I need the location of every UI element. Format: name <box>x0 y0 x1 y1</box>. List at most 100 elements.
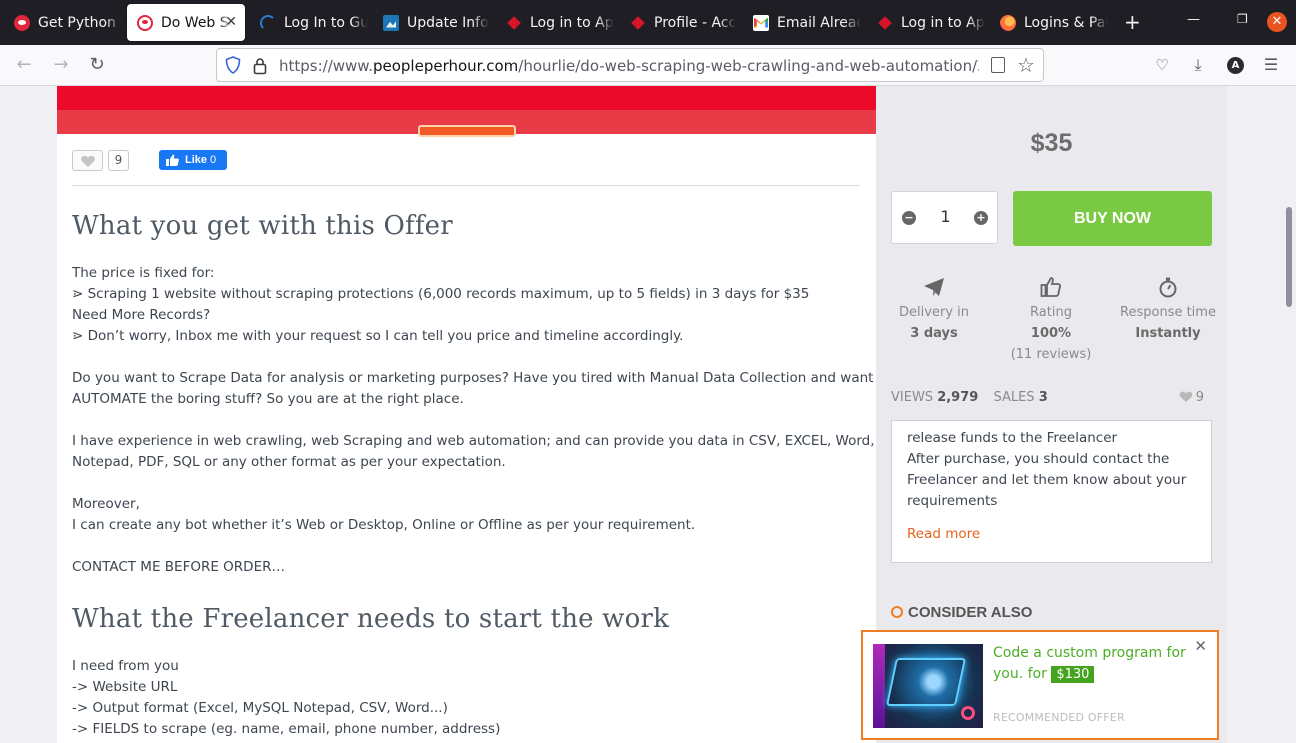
url-path: /hourlie/do-web-scraping-web-crawling-an… <box>518 57 979 75</box>
url-text[interactable]: https://www.peopleperhour.com/hourlie/do… <box>279 57 979 75</box>
thumbs-up-icon <box>166 154 179 166</box>
browser-tab[interactable]: Profile - Acc <box>620 4 738 41</box>
url-prefix: https://www. <box>279 57 373 75</box>
response-time-stat: Response time Instantly <box>1113 276 1223 344</box>
offer-banner-image <box>57 86 876 137</box>
bookmark-star-icon[interactable]: ☆ <box>1017 53 1035 77</box>
tab-title: Get Python t <box>38 14 122 31</box>
reload-icon[interactable]: ↻ <box>85 53 109 77</box>
browser-tab[interactable]: Get Python t <box>4 4 122 41</box>
peopleperhour-icon <box>14 14 30 31</box>
recommended-offer-thumbnail[interactable] <box>873 644 983 728</box>
requirements-line: -> Output format (Excel, MySQL Notepad, … <box>72 700 448 716</box>
views-sales: VIEWS 2,979 SALES 3 <box>891 390 1048 405</box>
browser-tab-active[interactable]: Do Web Sc ✕ <box>127 4 245 41</box>
offer-line: I have experience in web crawling, web S… <box>72 433 875 449</box>
window-close-icon[interactable]: ✕ <box>1267 12 1287 32</box>
minimize-icon[interactable]: — <box>1187 12 1200 27</box>
banner-label <box>418 125 516 137</box>
tab-title: Update Info <box>407 14 489 31</box>
loading-icon <box>260 14 276 31</box>
facebook-like-button[interactable]: Like 0 <box>159 150 227 170</box>
summary-line: After purchase, you should contact the <box>907 451 1170 467</box>
browser-tab[interactable]: Log in to Ap <box>496 4 614 41</box>
peopleperhour-icon <box>137 14 153 31</box>
offer-line: The price is fixed for: <box>72 265 215 281</box>
tab-title: Profile - Acc <box>654 14 737 31</box>
red-diamond-icon <box>877 15 893 31</box>
lock-icon[interactable] <box>253 57 267 75</box>
tab-title: Do Web Sc <box>161 14 233 31</box>
recommended-offer-label: RECOMMENDED OFFER <box>993 711 1125 724</box>
requirements-list: I need from you -> Website URL -> Output… <box>72 656 867 740</box>
red-diamond-icon <box>506 15 522 31</box>
rating-label: Rating <box>1030 305 1072 320</box>
buy-now-button[interactable]: BUY NOW <box>1013 191 1212 246</box>
close-tab-icon[interactable]: ✕ <box>225 14 237 30</box>
delivery-label: Delivery in <box>899 305 969 320</box>
back-icon[interactable]: ← <box>12 53 36 77</box>
offer-description: The price is fixed for: ⋗ Scraping 1 web… <box>72 263 892 578</box>
offer-price: $35 <box>1030 129 1073 157</box>
browser-tab[interactable]: Update Info <box>373 4 491 41</box>
heart-icon <box>1179 391 1192 403</box>
reader-view-icon[interactable] <box>991 57 1005 73</box>
menu-icon[interactable]: ☰ <box>1259 53 1283 77</box>
downloads-icon[interactable]: ⤓ <box>1186 53 1210 77</box>
recommended-offer-popup[interactable]: Code a custom program for you. for $130 … <box>861 630 1219 740</box>
summary-line: requirements <box>907 493 998 509</box>
summary-line: release funds to the Freelancer <box>907 430 1118 446</box>
rating-reviews[interactable]: (11 reviews) <box>996 344 1106 365</box>
tab-title: Log In to Gu <box>284 14 368 31</box>
favorite-button[interactable] <box>72 150 103 171</box>
account-avatar[interactable]: A <box>1227 57 1244 74</box>
browser-tab[interactable]: Log in to Ap <box>867 4 985 41</box>
thumbnail-decoration <box>961 706 975 720</box>
pocket-icon[interactable]: ♡ <box>1150 53 1174 77</box>
favorites-count: 9 <box>108 150 129 171</box>
update-icon <box>383 14 399 31</box>
offer-line: CONTACT ME BEFORE ORDER… <box>72 559 285 575</box>
facebook-like-label: Like <box>185 154 208 166</box>
increase-quantity-button[interactable]: + <box>974 211 988 225</box>
clipped-line <box>907 421 1202 428</box>
browser-tab[interactable]: Email Alread <box>743 4 861 41</box>
browser-tab[interactable]: Log In to Gu <box>250 4 368 41</box>
tracking-shield-icon[interactable] <box>225 56 241 74</box>
browser-tab-bar: Get Python t Do Web Sc ✕ Log In to Gu Up… <box>0 0 1296 45</box>
response-time-label: Response time <box>1120 305 1216 320</box>
offer-line: Do you want to Scrape Data for analysis … <box>72 370 892 386</box>
offer-line: Notepad, PDF, SQL or any other format as… <box>72 454 506 470</box>
scrollbar-thumb[interactable] <box>1286 207 1292 307</box>
offer-main-column: 9 Like 0 What you get with this Offer The… <box>57 86 892 743</box>
thumbs-up-icon <box>1040 277 1061 297</box>
paper-plane-icon <box>924 278 944 296</box>
offer-line: ⋗ Don’t worry, Inbox me with your reques… <box>72 328 684 344</box>
red-diamond-icon <box>630 15 646 31</box>
rating-value: 100% <box>1030 326 1072 341</box>
close-icon[interactable]: ✕ <box>1194 637 1207 655</box>
offer-line: Moreover, <box>72 496 140 512</box>
page-scrollbar[interactable] <box>1282 86 1296 743</box>
read-more-link[interactable]: Read more <box>907 526 980 542</box>
sales-label: SALES <box>993 390 1035 405</box>
recommended-offer-title[interactable]: Code a custom program for you. for $130 <box>993 643 1189 685</box>
url-bar[interactable]: https://www.peopleperhour.com/hourlie/do… <box>216 48 1044 82</box>
summary-line: Freelancer and let them know about your <box>907 472 1187 488</box>
requirements-line: -> FIELDS to scrape (eg. name, email, ph… <box>72 721 501 737</box>
rating-stat: Rating 100% (11 reviews) <box>996 276 1106 365</box>
maximize-icon[interactable]: ❐ <box>1237 12 1248 26</box>
browser-tab[interactable]: Logins & Pas <box>990 4 1108 41</box>
forward-icon[interactable]: → <box>49 53 73 77</box>
new-tab-icon[interactable]: + <box>1124 12 1141 32</box>
hearts-count: 9 <box>1179 390 1204 405</box>
tab-title: Log in to Ap <box>901 14 985 31</box>
stopwatch-icon <box>1159 277 1177 298</box>
consider-also-label: CONSIDER ALSO <box>908 604 1033 621</box>
sales-value: 3 <box>1038 390 1048 405</box>
delivery-value: 3 days <box>910 326 958 341</box>
